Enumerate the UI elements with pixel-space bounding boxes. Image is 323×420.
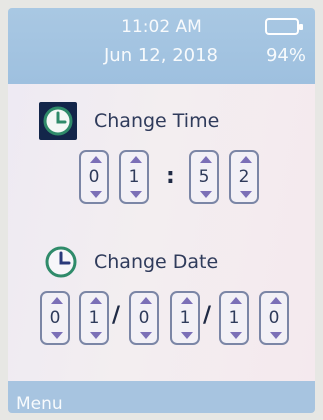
date-digit: 1 (179, 308, 191, 328)
date-digit-stepper[interactable]: 0 (259, 291, 289, 345)
status-bar: 11:02 AM Jun 12, 2018 94% (8, 8, 315, 84)
increment-arrow-icon[interactable] (181, 297, 193, 304)
increment-arrow-icon[interactable] (270, 297, 282, 304)
date-digit-stepper[interactable]: 1 (170, 291, 200, 345)
menu-button[interactable]: Menu (16, 394, 63, 413)
increment-arrow-icon[interactable] (230, 297, 242, 304)
time-minute-tens-stepper[interactable]: 5 (189, 150, 219, 204)
date-separator: / (203, 303, 212, 328)
decrement-arrow-icon[interactable] (140, 332, 152, 339)
decrement-arrow-icon[interactable] (181, 332, 193, 339)
time-digit: 2 (238, 167, 250, 187)
menu-bar[interactable]: Menu (8, 381, 315, 413)
decrement-arrow-icon[interactable] (240, 191, 252, 198)
clock-icon[interactable] (39, 102, 77, 140)
decrement-arrow-icon[interactable] (51, 332, 63, 339)
device-screen: 11:02 AM Jun 12, 2018 94% Change Time 0 … (8, 8, 315, 413)
change-date-label: Change Date (94, 251, 219, 273)
battery-percentage: 94% (265, 45, 306, 66)
increment-arrow-icon[interactable] (140, 297, 152, 304)
decrement-arrow-icon[interactable] (90, 332, 102, 339)
increment-arrow-icon[interactable] (90, 297, 102, 304)
date-digit: 1 (88, 308, 100, 328)
increment-arrow-icon[interactable] (240, 156, 252, 163)
increment-arrow-icon[interactable] (130, 156, 142, 163)
increment-arrow-icon[interactable] (200, 156, 212, 163)
time-digit: 5 (198, 167, 210, 187)
date-digit: 0 (138, 308, 150, 328)
decrement-arrow-icon[interactable] (230, 332, 242, 339)
date-digit-stepper[interactable]: 0 (129, 291, 159, 345)
time-digit: 1 (128, 167, 140, 187)
time-hour-ones-stepper[interactable]: 1 (119, 150, 149, 204)
decrement-arrow-icon[interactable] (90, 191, 102, 198)
battery-icon (265, 18, 303, 35)
date-separator: / (112, 303, 121, 328)
date-digit: 0 (49, 308, 61, 328)
settings-panel: Change Time 0 1 : 5 2 Change Date 0 1 / … (8, 84, 315, 381)
date-digit: 0 (268, 308, 280, 328)
clock-icon[interactable] (43, 244, 81, 282)
time-minute-ones-stepper[interactable]: 2 (229, 150, 259, 204)
decrement-arrow-icon[interactable] (270, 332, 282, 339)
time-separator: : (166, 164, 175, 189)
date-digit-stepper[interactable]: 1 (79, 291, 109, 345)
date-digit-stepper[interactable]: 0 (40, 291, 70, 345)
decrement-arrow-icon[interactable] (130, 191, 142, 198)
decrement-arrow-icon[interactable] (200, 191, 212, 198)
increment-arrow-icon[interactable] (51, 297, 63, 304)
date-digit: 1 (228, 308, 240, 328)
increment-arrow-icon[interactable] (90, 156, 102, 163)
date-digit-stepper[interactable]: 1 (219, 291, 249, 345)
status-date: Jun 12, 2018 (104, 45, 219, 66)
time-digit: 0 (88, 167, 100, 187)
change-time-label: Change Time (94, 110, 220, 132)
time-hour-tens-stepper[interactable]: 0 (79, 150, 109, 204)
